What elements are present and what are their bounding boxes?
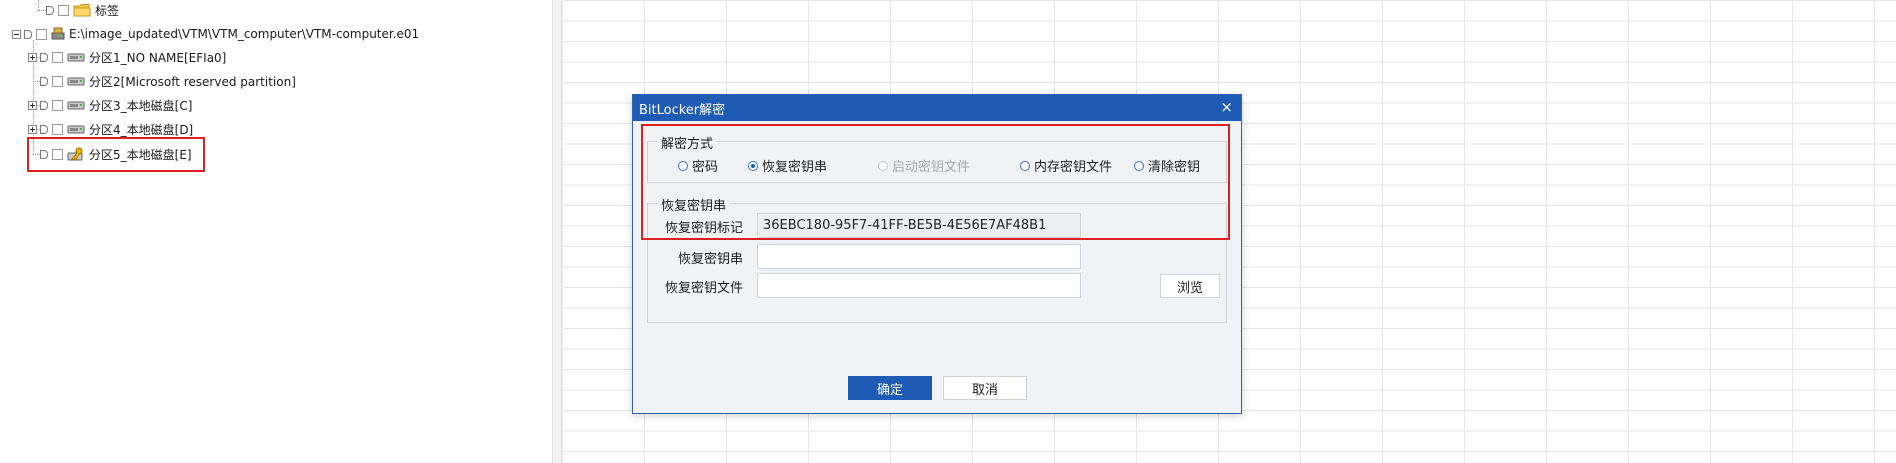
tree-node-partition-4[interactable]: 分区4_本地磁盘[D] <box>28 119 193 139</box>
folder-icon <box>73 3 91 17</box>
key-file-label: 恢复密钥文件 <box>664 281 743 296</box>
recovery-key-file-input[interactable] <box>757 273 1081 298</box>
cancel-button[interactable]: 取消 <box>943 376 1027 400</box>
tree-node-label: 标签 <box>95 3 120 18</box>
recovery-key-input[interactable] <box>757 244 1081 269</box>
tree-node-partition-3[interactable]: 分区3_本地磁盘[C] <box>28 95 192 115</box>
tree-hook-icon <box>24 29 33 39</box>
tree-checkbox[interactable] <box>52 99 63 111</box>
partition-icon <box>67 50 85 64</box>
tree-node-label: 分区3_本地磁盘[C] <box>89 98 193 113</box>
expand-icon[interactable] <box>28 124 37 134</box>
dialog-title-bar[interactable]: BitLocker解密 × <box>633 95 1241 121</box>
collapse-icon[interactable] <box>12 29 21 39</box>
evidence-image-icon <box>51 27 65 41</box>
partition-icon <box>67 98 85 112</box>
ok-button[interactable]: 确定 <box>848 376 932 400</box>
tree-node-label: 分区4_本地磁盘[D] <box>89 122 194 137</box>
tree-hook-icon <box>40 100 49 110</box>
tree-node-tags[interactable]: 标签 <box>46 0 119 20</box>
pane-splitter[interactable] <box>552 0 562 463</box>
expand-icon[interactable] <box>28 52 37 62</box>
key-string-label: 恢复密钥串 <box>677 252 743 267</box>
partition-icon <box>67 74 85 88</box>
tree-node-evidence-file[interactable]: E:\image_updated\VTM\VTM_computer\VTM-co… <box>12 24 419 44</box>
tree-node-partition-1[interactable]: 分区1_NO NAME[EFIa0] <box>28 47 226 67</box>
tree-hook-icon <box>40 124 49 134</box>
tree-checkbox[interactable] <box>52 75 63 87</box>
tree-checkbox[interactable] <box>36 28 47 40</box>
tree-checkbox[interactable] <box>52 51 63 63</box>
tree-hook-icon <box>46 5 55 15</box>
close-icon[interactable]: × <box>1220 98 1233 116</box>
expand-icon[interactable] <box>28 100 37 110</box>
dialog-title: BitLocker解密 <box>639 102 726 118</box>
annotation-highlight <box>641 124 1230 240</box>
tree-node-label: 分区2[Microsoft reserved partition] <box>89 74 296 89</box>
tree-node-label: E:\image_updated\VTM\VTM_computer\VTM-co… <box>69 27 420 41</box>
tree-checkbox[interactable] <box>52 123 63 135</box>
tree-hook-icon <box>40 52 49 62</box>
tree-hook-icon <box>40 76 49 86</box>
evidence-tree: 标签 E:\image_updated\VTM\VTM_computer\VTM… <box>0 0 552 463</box>
browse-button[interactable]: 浏览 <box>1160 274 1220 298</box>
selection-highlight <box>27 137 205 172</box>
tree-node-label: 分区1_NO NAME[EFIa0] <box>89 50 227 65</box>
partition-icon <box>67 122 85 136</box>
tree-node-partition-2[interactable]: 分区2[Microsoft reserved partition] <box>40 71 296 91</box>
tree-checkbox[interactable] <box>58 4 69 16</box>
